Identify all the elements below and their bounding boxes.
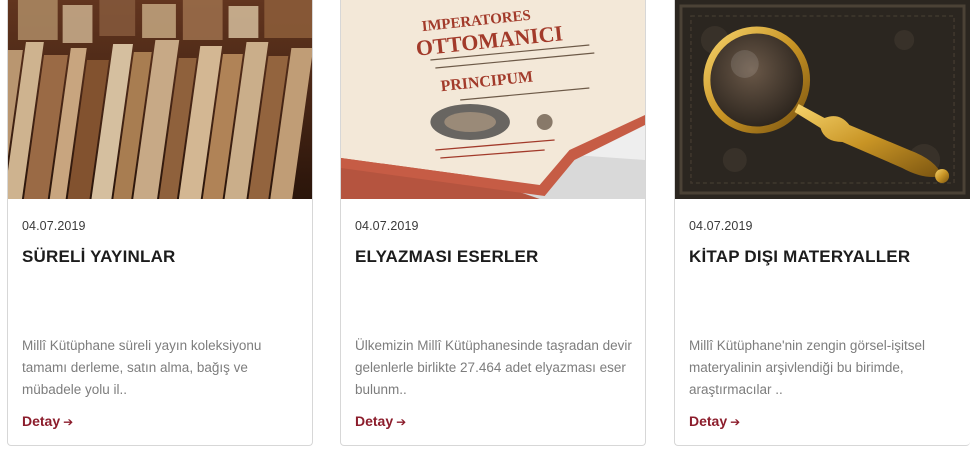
books-on-shelf-image[interactable] (8, 0, 312, 199)
card-date: 04.07.2019 (689, 219, 753, 233)
detail-link-label: Detay (22, 413, 61, 429)
card-title[interactable]: ELYAZMASI ESERLER (355, 247, 539, 267)
card-elyazmasi-eserler[interactable]: IMPERATORES OTTOMANICI PRINCIPUM 04.07.2… (340, 0, 646, 446)
detail-link-label: Detay (689, 413, 728, 429)
magnifying-glass-image[interactable] (675, 0, 970, 199)
card-description: Millî Kütüphane'nin zengin görsel-işitse… (689, 338, 925, 397)
card-description: Millî Kütüphane süreli yayın koleksiyonu… (22, 338, 262, 397)
arrow-right-icon: ➔ (63, 415, 74, 429)
arrow-right-icon: ➔ (396, 415, 407, 429)
card-list: 04.07.2019 SÜRELİ YAYINLAR Millî Kütüpha… (0, 0, 970, 449)
detail-link[interactable]: Detay ➔ (689, 413, 740, 429)
detail-link[interactable]: Detay ➔ (22, 413, 73, 429)
detail-link[interactable]: Detay ➔ (355, 413, 406, 429)
old-manuscript-book-image[interactable]: IMPERATORES OTTOMANICI PRINCIPUM (341, 0, 645, 199)
card-kitap-disi-materyaller[interactable]: 04.07.2019 KİTAP DIŞI MATERYALLER Millî … (674, 0, 970, 446)
arrow-right-icon: ➔ (730, 415, 741, 429)
card-sureli-yayinlar[interactable]: 04.07.2019 SÜRELİ YAYINLAR Millî Kütüpha… (7, 0, 313, 446)
card-title[interactable]: KİTAP DIŞI MATERYALLER (689, 247, 910, 267)
card-date: 04.07.2019 (355, 219, 419, 233)
detail-link-label: Detay (355, 413, 394, 429)
card-title[interactable]: SÜRELİ YAYINLAR (22, 247, 176, 267)
card-date: 04.07.2019 (22, 219, 86, 233)
card-description: Ülkemizin Millî Kütüphanesinde taşradan … (355, 338, 632, 397)
